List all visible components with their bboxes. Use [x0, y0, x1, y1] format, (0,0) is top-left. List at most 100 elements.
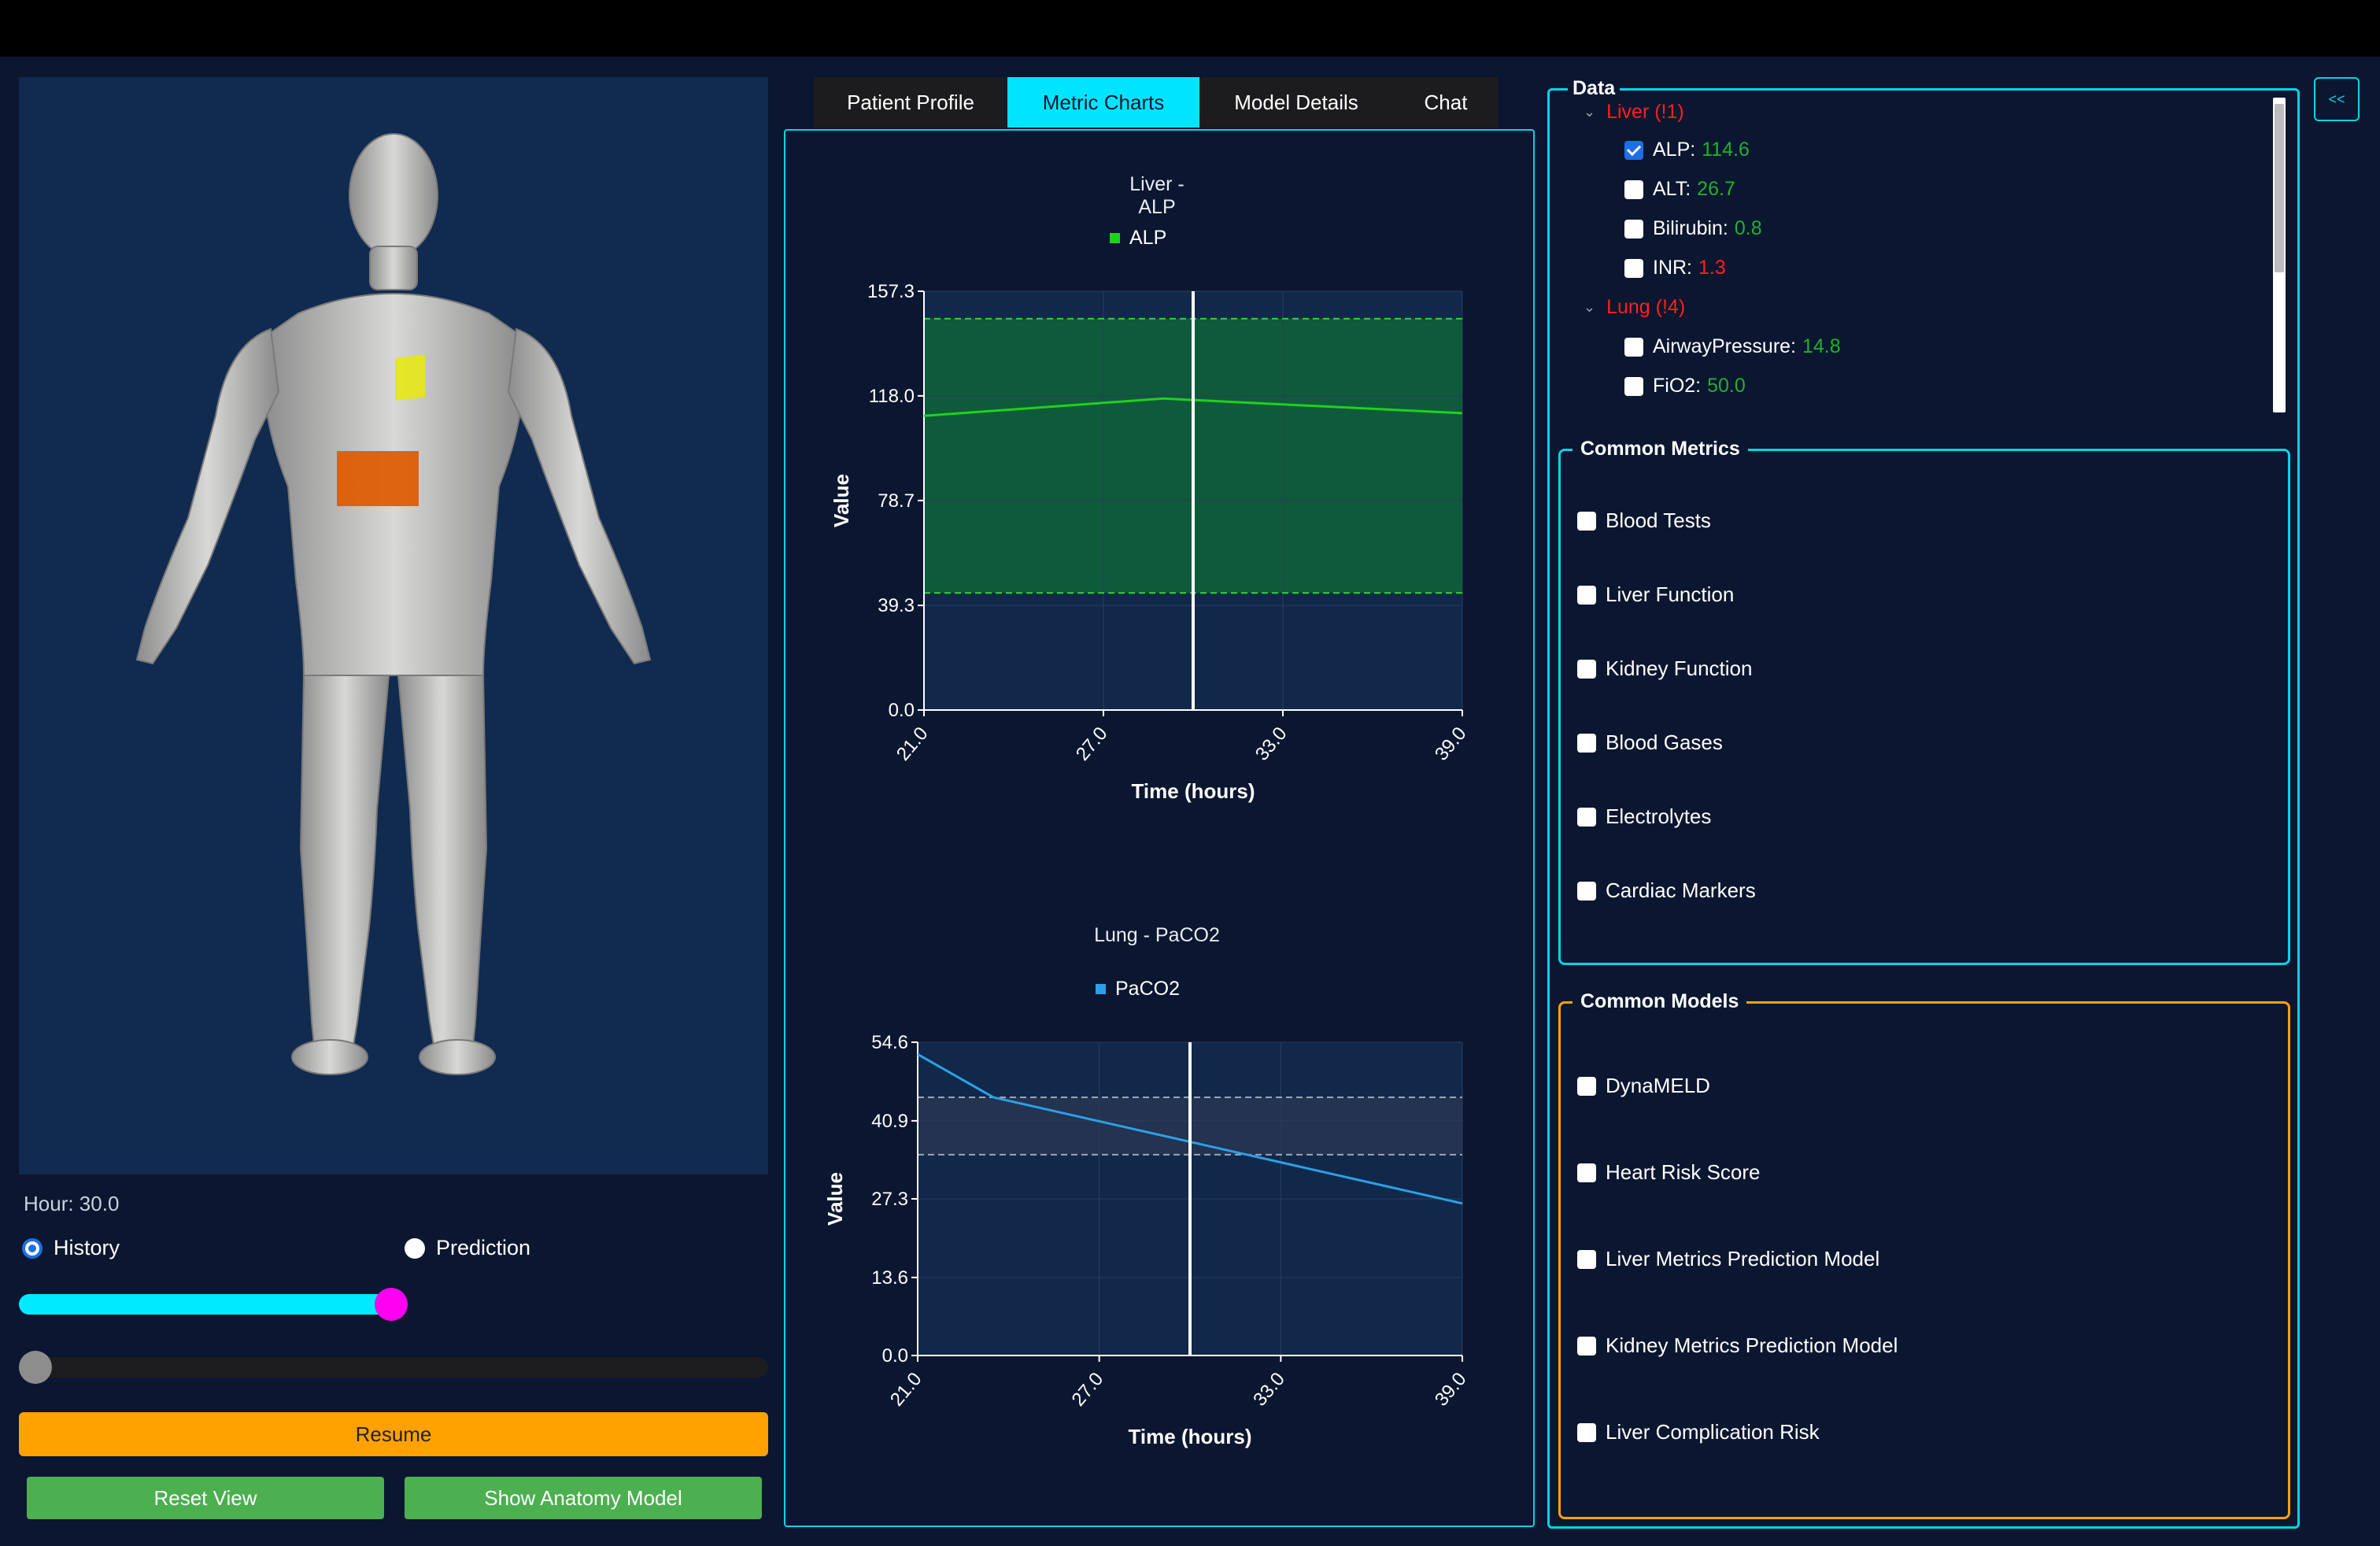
- metric-item-airway-pressure[interactable]: AirwayPressure: 14.8: [1624, 335, 1841, 358]
- x-tick-label: 27.0: [1068, 1369, 1108, 1411]
- show-anatomy-model-button[interactable]: Show Anatomy Model: [405, 1477, 762, 1519]
- metric-item-alp[interactable]: ALP: 114.6: [1624, 139, 1750, 161]
- dynameld-checkbox[interactable]: [1577, 1076, 1596, 1096]
- metric-option-liver-function[interactable]: Liver Function: [1577, 583, 1734, 607]
- x-tick-label: 27.0: [1072, 723, 1112, 765]
- metric-item-alt[interactable]: ALT: 26.7: [1624, 178, 1735, 201]
- playback-slider-track[interactable]: [19, 1357, 768, 1378]
- blood-tests-checkbox[interactable]: [1577, 511, 1596, 531]
- tab-model-details[interactable]: Model Details: [1199, 77, 1393, 128]
- chart1-legend[interactable]: ALP: [1110, 227, 1166, 250]
- timeline-slider-fill[interactable]: [19, 1294, 394, 1315]
- liver-complication-risk-checkbox[interactable]: [1577, 1422, 1596, 1442]
- x-axis-label: Time (hours): [1129, 1425, 1252, 1448]
- prediction-radio[interactable]: [405, 1237, 425, 1259]
- chart2-legend[interactable]: PaCO2: [1096, 978, 1180, 1000]
- bilirubin-value: 0.8: [1734, 217, 1762, 239]
- prediction-radio-option[interactable]: Prediction: [405, 1236, 530, 1260]
- metric-item-fio2[interactable]: FiO2: 50.0: [1624, 375, 1746, 398]
- chevron-down-icon[interactable]: ⌄: [1584, 299, 1595, 316]
- model-option-dynameld[interactable]: DynaMELD: [1577, 1074, 1710, 1098]
- chart1-title: Liver - ALP: [1129, 173, 1184, 218]
- chart2-plot[interactable]: 0.0 13.6 27.3 40.9 54.6 21.0 27.0 33.0 39.0 Time …: [819, 1019, 1511, 1459]
- model-option-kidney-metrics-prediction[interactable]: Kidney Metrics Prediction Model: [1577, 1333, 1898, 1358]
- inr-checkbox[interactable]: [1624, 258, 1643, 278]
- x-tick-label: 39.0: [1431, 1369, 1471, 1411]
- fio2-value: 50.0: [1707, 375, 1746, 397]
- chevron-down-icon[interactable]: ⌄: [1584, 104, 1595, 120]
- inr-value: 1.3: [1698, 257, 1726, 279]
- resume-button[interactable]: Resume: [19, 1412, 768, 1456]
- group-liver[interactable]: ⌄ Liver (!1): [1584, 101, 1684, 124]
- liver-function-label: Liver Function: [1606, 583, 1735, 606]
- electrolytes-checkbox[interactable]: [1577, 807, 1596, 827]
- alp-checkbox[interactable]: [1624, 140, 1643, 160]
- metric-option-blood-tests[interactable]: Blood Tests: [1577, 509, 1711, 533]
- y-tick-label: 40.9: [871, 1111, 908, 1132]
- anatomy-viewer[interactable]: [19, 77, 768, 1174]
- metric-option-electrolytes[interactable]: Electrolytes: [1577, 804, 1711, 829]
- metric-option-kidney-function[interactable]: Kidney Function: [1577, 656, 1752, 681]
- top-bar: [0, 0, 2380, 57]
- liver-complication-risk-label: Liver Complication Risk: [1606, 1420, 1820, 1444]
- liver-function-checkbox[interactable]: [1577, 585, 1596, 605]
- airway-pressure-name: AirwayPressure:: [1653, 335, 1796, 357]
- x-tick-label: 33.0: [1249, 1369, 1289, 1411]
- data-list-scroll-thumb[interactable]: [2275, 104, 2284, 272]
- model-option-liver-metrics-prediction[interactable]: Liver Metrics Prediction Model: [1577, 1247, 1879, 1271]
- electrolytes-label: Electrolytes: [1606, 804, 1712, 828]
- collapse-panel-button[interactable]: <<: [2314, 77, 2360, 121]
- playback-slider-thumb[interactable]: [19, 1351, 52, 1384]
- group-lung[interactable]: ⌄ Lung (!4): [1584, 296, 1685, 319]
- chevron-double-left-icon: <<: [2328, 91, 2345, 107]
- chart1-plot[interactable]: 0.0 39.3 78.7 118.0 157.3 21.0 27.0 33.0 39.0 Tim…: [819, 268, 1511, 819]
- liver-metrics-prediction-label: Liver Metrics Prediction Model: [1606, 1247, 1880, 1270]
- metric-item-inr[interactable]: INR: 1.3: [1624, 257, 1726, 279]
- alt-checkbox[interactable]: [1624, 179, 1643, 199]
- dynameld-label: DynaMELD: [1606, 1074, 1710, 1097]
- tab-patient-profile[interactable]: Patient Profile: [814, 77, 1007, 128]
- airway-pressure-value: 14.8: [1802, 335, 1841, 357]
- group-lung-label: Lung (!4): [1606, 296, 1686, 318]
- timeline-slider-thumb[interactable]: [375, 1288, 408, 1321]
- inr-name: INR:: [1653, 257, 1692, 279]
- x-tick-label: 33.0: [1251, 723, 1292, 765]
- tab-chat[interactable]: Chat: [1393, 77, 1499, 128]
- liver-highlight[interactable]: [337, 451, 419, 506]
- heart-risk-score-checkbox[interactable]: [1577, 1163, 1596, 1182]
- kidney-function-checkbox[interactable]: [1577, 659, 1596, 679]
- model-option-heart-risk-score[interactable]: Heart Risk Score: [1577, 1160, 1761, 1185]
- common-models-title: Common Models: [1572, 990, 1747, 1013]
- lung-highlight[interactable]: [395, 354, 425, 401]
- kidney-metrics-prediction-label: Kidney Metrics Prediction Model: [1606, 1333, 1898, 1357]
- liver-metrics-prediction-checkbox[interactable]: [1577, 1249, 1596, 1269]
- alt-name: ALT:: [1653, 178, 1691, 200]
- cardiac-markers-checkbox[interactable]: [1577, 881, 1596, 901]
- history-radio[interactable]: [22, 1237, 42, 1259]
- chart2-title: Lung - PaCO2: [1094, 924, 1220, 946]
- group-liver-label: Liver (!1): [1606, 101, 1684, 123]
- reset-view-button[interactable]: Reset View: [27, 1477, 384, 1519]
- prediction-radio-label: Prediction: [436, 1236, 531, 1259]
- tab-bar: Patient Profile Metric Charts Model Deta…: [814, 77, 1499, 128]
- blood-gases-label: Blood Gases: [1606, 730, 1723, 754]
- chart2-legend-swatch: [1096, 984, 1106, 994]
- history-radio-option[interactable]: History: [22, 1236, 120, 1260]
- x-axis-label: Time (hours): [1132, 779, 1255, 803]
- metric-item-bilirubin[interactable]: Bilirubin: 0.8: [1624, 217, 1762, 240]
- data-panel-title: Data: [1568, 77, 1621, 100]
- airway-pressure-checkbox[interactable]: [1624, 337, 1643, 357]
- blood-gases-checkbox[interactable]: [1577, 733, 1596, 753]
- fio2-checkbox[interactable]: [1624, 376, 1643, 396]
- y-tick-label: 54.6: [871, 1032, 908, 1053]
- body-model-figure[interactable]: [19, 77, 768, 1174]
- tab-metric-charts[interactable]: Metric Charts: [1007, 77, 1199, 128]
- y-tick-label: 13.6: [871, 1267, 908, 1289]
- y-axis-label: Value: [823, 1172, 847, 1226]
- bilirubin-checkbox[interactable]: [1624, 219, 1643, 239]
- kidney-metrics-prediction-checkbox[interactable]: [1577, 1336, 1596, 1356]
- metric-option-blood-gases[interactable]: Blood Gases: [1577, 730, 1723, 755]
- metric-option-cardiac-markers[interactable]: Cardiac Markers: [1577, 878, 1756, 903]
- model-option-liver-complication-risk[interactable]: Liver Complication Risk: [1577, 1420, 1820, 1444]
- chart1-legend-label: ALP: [1129, 227, 1167, 249]
